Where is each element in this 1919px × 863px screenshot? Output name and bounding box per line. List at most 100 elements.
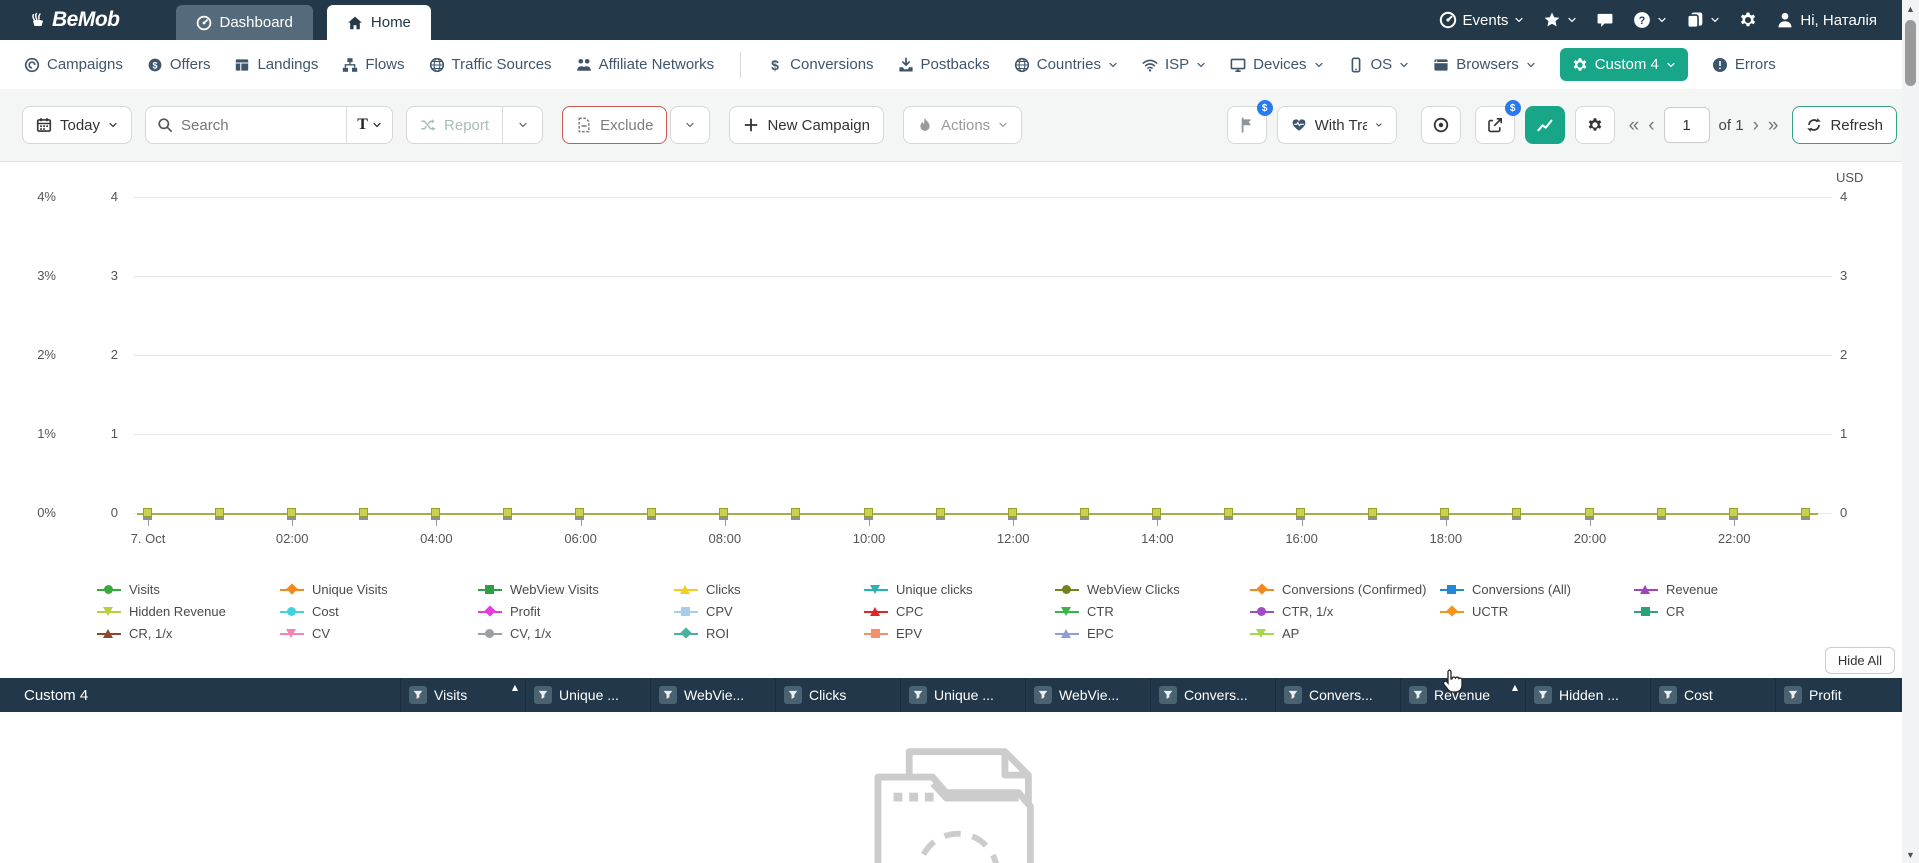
traffic-chart[interactable]: 4% 4 4 3% 3 3 2% 2 2 1% 1 1 0% 0 0 USD 7. Oct 02:00 04:00 0… xyxy=(0,162,1919,572)
filter-funnel-icon[interactable] xyxy=(1034,686,1052,704)
nav-item-devices[interactable]: Devices xyxy=(1230,56,1323,73)
table-column-visits[interactable]: Visits ▲ xyxy=(400,678,525,712)
legend-item[interactable]: AP xyxy=(1250,622,1440,644)
legend-item[interactable]: EPV xyxy=(864,622,1055,644)
settings-button[interactable] xyxy=(1739,11,1757,29)
legend-item[interactable]: Conversions (All) xyxy=(1440,578,1634,600)
legend-item[interactable]: ROI xyxy=(674,622,864,644)
scroll-up-icon[interactable]: ▲ xyxy=(1902,0,1919,17)
refresh-button[interactable]: Refresh xyxy=(1792,106,1897,144)
tab-home[interactable]: Home xyxy=(326,5,431,40)
filter-funnel-icon[interactable] xyxy=(1534,686,1552,704)
page-number-input[interactable] xyxy=(1663,107,1710,143)
favorites-menu[interactable] xyxy=(1543,11,1577,29)
legend-item[interactable]: Unique clicks xyxy=(864,578,1055,600)
legend-item[interactable]: Profit xyxy=(478,600,674,622)
help-menu[interactable] xyxy=(1633,11,1667,29)
share-button[interactable]: $ xyxy=(1474,100,1521,144)
legend-item[interactable]: Visits xyxy=(97,578,280,600)
nav-item-conversions[interactable]: Conversions xyxy=(767,56,874,73)
hide-all-button[interactable]: Hide All xyxy=(1824,647,1895,674)
table-column-unique[interactable]: Unique ... xyxy=(525,678,650,712)
legend-item[interactable]: Clicks xyxy=(674,578,864,600)
legend-item[interactable]: CPC xyxy=(864,600,1055,622)
nav-item-os[interactable]: OS xyxy=(1348,56,1410,73)
nav-item-browsers[interactable]: Browsers xyxy=(1433,56,1536,73)
legend-item[interactable]: WebView Visits xyxy=(478,578,674,600)
legend-item[interactable]: CPV xyxy=(674,600,864,622)
filter-funnel-icon[interactable] xyxy=(784,686,802,704)
filter-funnel-icon[interactable] xyxy=(409,686,427,704)
table-column-cost[interactable]: Cost xyxy=(1650,678,1775,712)
nav-item-isp[interactable]: ISP xyxy=(1142,56,1206,73)
report-button[interactable]: Report xyxy=(406,106,504,144)
flag-button[interactable]: $ xyxy=(1226,100,1273,144)
chat-button[interactable] xyxy=(1596,11,1614,29)
legend-item[interactable]: WebView Clicks xyxy=(1055,578,1250,600)
table-column-convers[interactable]: Convers... xyxy=(1275,678,1400,712)
nav-item-landings[interactable]: Landings xyxy=(234,56,318,73)
column-settings-button[interactable] xyxy=(1574,106,1615,144)
workspaces-menu[interactable] xyxy=(1686,11,1720,29)
legend-item[interactable]: Conversions (Confirmed) xyxy=(1250,578,1440,600)
first-page-button[interactable]: « xyxy=(1629,116,1640,135)
table-column-convers[interactable]: Convers... xyxy=(1150,678,1275,712)
legend-item[interactable]: CTR, 1/x xyxy=(1250,600,1440,622)
legend-item[interactable]: Revenue xyxy=(1634,578,1794,600)
filter-funnel-icon[interactable] xyxy=(909,686,927,704)
new-campaign-button[interactable]: New Campaign xyxy=(729,106,884,144)
report-dropdown-button[interactable] xyxy=(503,106,544,144)
last-page-button[interactable]: » xyxy=(1768,116,1779,135)
legend-item[interactable]: EPC xyxy=(1055,622,1250,644)
filter-funnel-icon[interactable] xyxy=(1409,686,1427,704)
nav-item-campaigns[interactable]: Campaigns xyxy=(24,56,123,73)
table-column-webvie[interactable]: WebVie... xyxy=(1025,678,1150,712)
nav-item-flows[interactable]: Flows xyxy=(342,56,405,73)
user-menu[interactable]: Hi, Наталія xyxy=(1776,11,1877,29)
exclude-dropdown-button[interactable] xyxy=(670,106,711,144)
nav-item-traffic-sources[interactable]: Traffic Sources xyxy=(429,56,552,73)
search-input[interactable] xyxy=(181,116,347,134)
legend-item[interactable]: CTR xyxy=(1055,600,1250,622)
nav-item-postbacks[interactable]: Postbacks xyxy=(898,56,990,73)
events-menu[interactable]: Events xyxy=(1439,11,1525,29)
filter-funnel-icon[interactable] xyxy=(1659,686,1677,704)
legend-item[interactable]: CV xyxy=(280,622,478,644)
nav-item-errors[interactable]: Errors xyxy=(1712,56,1776,73)
nav-item-countries[interactable]: Countries xyxy=(1014,56,1118,73)
traffic-filter-dropdown[interactable]: With Tra... xyxy=(1276,106,1397,144)
legend-item[interactable]: CR xyxy=(1634,600,1794,622)
exclude-button[interactable]: Exclude xyxy=(562,106,668,144)
legend-item[interactable]: Hidden Revenue xyxy=(97,600,280,622)
nav-item-affiliate-networks[interactable]: Affiliate Networks xyxy=(576,56,714,73)
table-column-hidden[interactable]: Hidden ... xyxy=(1525,678,1650,712)
legend-item[interactable]: CV, 1/x xyxy=(478,622,674,644)
table-column-clicks[interactable]: Clicks xyxy=(775,678,900,712)
filter-funnel-icon[interactable] xyxy=(659,686,677,704)
filter-funnel-icon[interactable] xyxy=(1784,686,1802,704)
legend-item[interactable]: Unique Visits xyxy=(280,578,478,600)
table-column-webvie[interactable]: WebVie... xyxy=(650,678,775,712)
search-filter-dropdown[interactable]: T xyxy=(346,107,392,143)
table-column-profit[interactable]: Profit xyxy=(1775,678,1900,712)
scroll-down-icon[interactable]: ▼ xyxy=(1902,846,1919,863)
filter-funnel-icon[interactable] xyxy=(1284,686,1302,704)
actions-button[interactable]: Actions xyxy=(902,106,1023,144)
nav-item-offers[interactable]: Offers xyxy=(147,56,210,73)
bemob-logo[interactable]: BeMob xyxy=(0,0,138,40)
tab-dashboard[interactable]: Dashboard xyxy=(175,5,313,40)
table-title-column[interactable]: Custom 4 xyxy=(0,678,400,712)
table-column-revenue[interactable]: Revenue ▲ xyxy=(1400,678,1525,712)
nav-item-custom-4[interactable]: Custom 4 xyxy=(1559,48,1688,81)
chart-toggle-button[interactable] xyxy=(1524,106,1565,144)
date-range-button[interactable]: Today xyxy=(22,106,133,144)
filter-funnel-icon[interactable] xyxy=(1159,686,1177,704)
visibility-button[interactable] xyxy=(1420,106,1461,144)
legend-item[interactable]: Cost xyxy=(280,600,478,622)
scrollbar-thumb[interactable] xyxy=(1905,20,1916,86)
table-column-unique[interactable]: Unique ... xyxy=(900,678,1025,712)
prev-page-button[interactable]: ‹ xyxy=(1648,116,1654,135)
legend-item[interactable]: CR, 1/x xyxy=(97,622,280,644)
vertical-scrollbar[interactable]: ▲ ▼ xyxy=(1902,0,1919,863)
filter-funnel-icon[interactable] xyxy=(534,686,552,704)
